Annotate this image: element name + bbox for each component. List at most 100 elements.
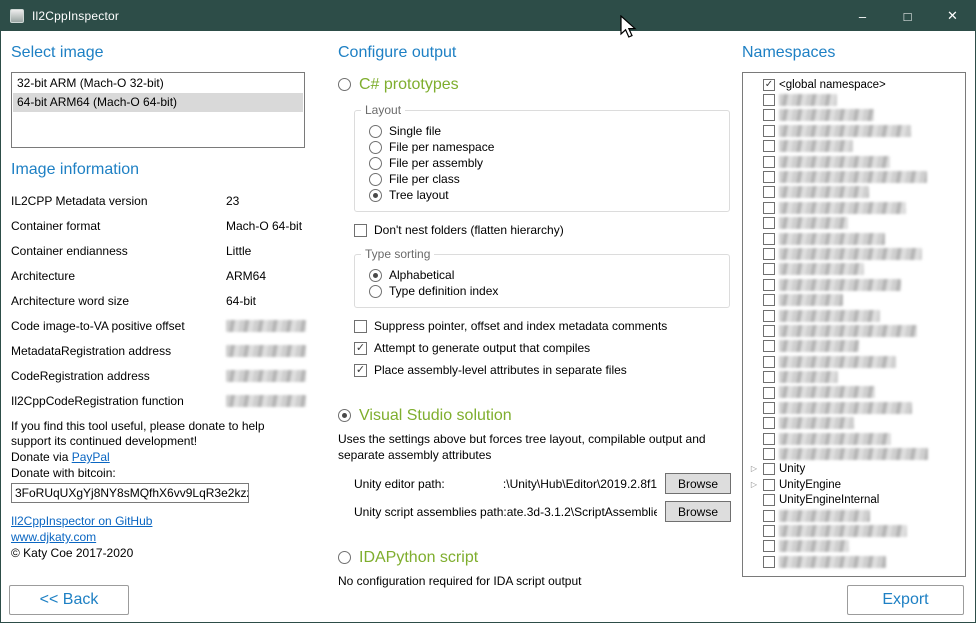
- namespace-item[interactable]: [749, 539, 963, 554]
- unity-assemblies-browse-button[interactable]: Browse: [665, 501, 731, 522]
- namespace-checkbox[interactable]: [763, 494, 775, 506]
- expander-icon[interactable]: ▷: [749, 464, 759, 474]
- namespace-checkbox[interactable]: [763, 448, 775, 460]
- compilable-output-checkbox[interactable]: ✓ Attempt to generate output that compil…: [354, 340, 732, 356]
- info-label: IL2CPP Metadata version: [11, 194, 226, 208]
- namespace-label-redacted: [779, 202, 906, 214]
- namespace-item[interactable]: [749, 400, 963, 415]
- idapython-radio[interactable]: IDAPython script: [338, 548, 732, 567]
- minimize-button[interactable]: –: [840, 1, 885, 31]
- namespace-checkbox[interactable]: [763, 556, 775, 568]
- namespace-checkbox[interactable]: [763, 294, 775, 306]
- namespace-item[interactable]: [749, 216, 963, 231]
- unity-editor-browse-button[interactable]: Browse: [665, 473, 731, 494]
- namespace-checkbox[interactable]: [763, 387, 775, 399]
- namespace-label-redacted: [779, 433, 891, 445]
- image-list-item[interactable]: 64-bit ARM64 (Mach-O 64-bit): [13, 93, 303, 112]
- radio-option[interactable]: Single file: [369, 123, 719, 139]
- namespace-item[interactable]: [749, 246, 963, 261]
- namespace-item[interactable]: [749, 508, 963, 523]
- namespace-item[interactable]: UnityEngineInternal: [749, 493, 963, 508]
- csharp-prototypes-radio[interactable]: C# prototypes: [338, 75, 732, 94]
- image-list-item[interactable]: 32-bit ARM (Mach-O 32-bit): [13, 74, 303, 93]
- github-link[interactable]: Il2CppInspector on GitHub: [11, 514, 152, 528]
- flatten-hierarchy-checkbox[interactable]: Don't nest folders (flatten hierarchy): [354, 222, 732, 238]
- namespace-item[interactable]: [749, 385, 963, 400]
- namespace-checkbox[interactable]: [763, 171, 775, 183]
- close-button[interactable]: ✕: [930, 1, 975, 31]
- namespace-checkbox[interactable]: [763, 186, 775, 198]
- maximize-button[interactable]: □: [885, 1, 930, 31]
- radio-option[interactable]: File per namespace: [369, 139, 719, 155]
- namespace-checkbox[interactable]: [763, 94, 775, 106]
- back-button[interactable]: << Back: [9, 585, 129, 615]
- namespace-checkbox[interactable]: [763, 125, 775, 137]
- namespace-checkbox[interactable]: [763, 140, 775, 152]
- visual-studio-radio[interactable]: Visual Studio solution: [338, 406, 732, 425]
- namespace-checkbox[interactable]: [763, 479, 775, 491]
- namespace-checkbox[interactable]: [763, 371, 775, 383]
- namespace-item[interactable]: [749, 169, 963, 184]
- namespace-checkbox[interactable]: [763, 109, 775, 121]
- namespace-item[interactable]: [749, 308, 963, 323]
- expander-icon[interactable]: ▷: [749, 480, 759, 490]
- suppress-metadata-checkbox[interactable]: Suppress pointer, offset and index metad…: [354, 318, 732, 334]
- namespace-item[interactable]: [749, 92, 963, 107]
- namespace-checkbox[interactable]: [763, 463, 775, 475]
- namespace-item[interactable]: [749, 416, 963, 431]
- export-button[interactable]: Export: [847, 585, 964, 615]
- namespace-item[interactable]: [749, 185, 963, 200]
- radio-option[interactable]: File per assembly: [369, 155, 719, 171]
- namespace-checkbox[interactable]: [763, 402, 775, 414]
- namespace-item[interactable]: [749, 123, 963, 138]
- website-link[interactable]: www.djkaty.com: [11, 530, 96, 544]
- namespace-checkbox[interactable]: [763, 356, 775, 368]
- namespace-checkbox[interactable]: [763, 248, 775, 260]
- unity-assemblies-path-value: ate.3d-3.1.2\ScriptAssemblies: [507, 505, 657, 519]
- namespace-checkbox[interactable]: [763, 156, 775, 168]
- radio-option[interactable]: Alphabetical: [369, 267, 719, 283]
- namespace-item[interactable]: ✓<global namespace>: [749, 77, 963, 92]
- namespace-checkbox[interactable]: [763, 263, 775, 275]
- namespace-item[interactable]: [749, 554, 963, 569]
- namespace-item[interactable]: [749, 369, 963, 384]
- namespace-item[interactable]: [749, 262, 963, 277]
- namespace-item[interactable]: [749, 292, 963, 307]
- bitcoin-address-input[interactable]: 3FoRUqUXgYj8NY8sMQfhX6vv9LqR3e2kzz: [11, 483, 249, 503]
- namespace-item[interactable]: [749, 354, 963, 369]
- namespace-item[interactable]: [749, 108, 963, 123]
- namespace-checkbox[interactable]: [763, 217, 775, 229]
- namespace-checkbox[interactable]: [763, 510, 775, 522]
- namespace-checkbox[interactable]: [763, 325, 775, 337]
- namespace-checkbox[interactable]: [763, 202, 775, 214]
- namespace-item[interactable]: ▷UnityEngine: [749, 477, 963, 492]
- namespace-item[interactable]: [749, 231, 963, 246]
- radio-option[interactable]: File per class: [369, 171, 719, 187]
- separate-attributes-checkbox[interactable]: ✓ Place assembly-level attributes in sep…: [354, 362, 732, 378]
- radio-option[interactable]: Tree layout: [369, 187, 719, 203]
- namespace-item[interactable]: [749, 154, 963, 169]
- paypal-link[interactable]: PayPal: [72, 450, 110, 464]
- namespace-item[interactable]: [749, 139, 963, 154]
- namespace-item[interactable]: [749, 446, 963, 461]
- namespace-list[interactable]: ✓<global namespace> ▷Unity▷UnityEngineUni…: [742, 72, 966, 577]
- namespace-checkbox[interactable]: [763, 433, 775, 445]
- info-value: ARM64: [226, 269, 266, 283]
- namespace-checkbox[interactable]: [763, 525, 775, 537]
- radio-option[interactable]: Type definition index: [369, 283, 719, 299]
- image-list[interactable]: 32-bit ARM (Mach-O 32-bit)64-bit ARM64 (…: [11, 72, 305, 148]
- namespace-item[interactable]: [749, 339, 963, 354]
- namespace-checkbox[interactable]: [763, 310, 775, 322]
- namespace-item[interactable]: ▷Unity: [749, 462, 963, 477]
- namespace-checkbox[interactable]: [763, 540, 775, 552]
- namespace-item[interactable]: [749, 523, 963, 538]
- namespace-item[interactable]: [749, 200, 963, 215]
- namespace-item[interactable]: [749, 277, 963, 292]
- namespace-checkbox[interactable]: [763, 340, 775, 352]
- namespace-item[interactable]: [749, 323, 963, 338]
- namespace-checkbox[interactable]: [763, 279, 775, 291]
- namespace-checkbox[interactable]: [763, 417, 775, 429]
- namespace-item[interactable]: [749, 431, 963, 446]
- namespace-checkbox[interactable]: ✓: [763, 79, 775, 91]
- namespace-checkbox[interactable]: [763, 233, 775, 245]
